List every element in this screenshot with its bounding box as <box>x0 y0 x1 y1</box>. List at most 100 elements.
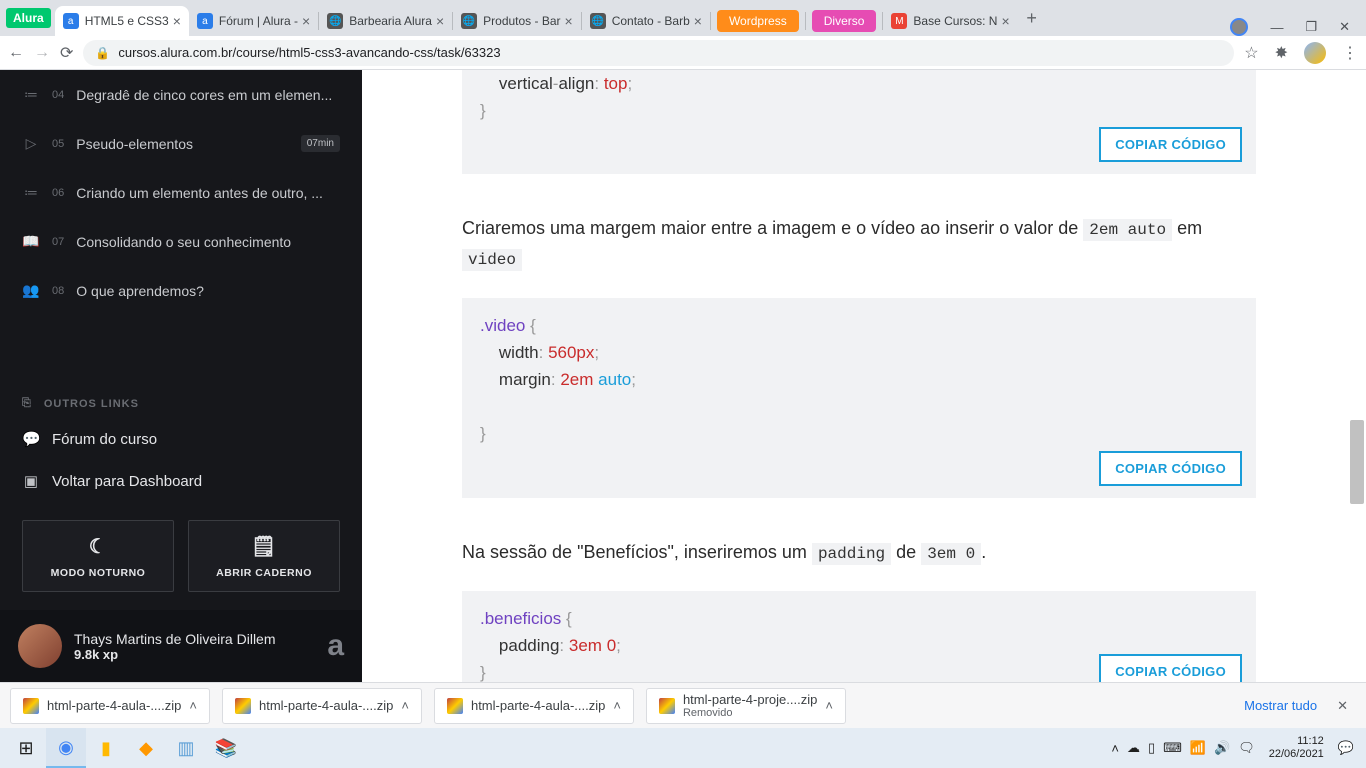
sidebar-lesson-item[interactable]: 📖07Consolidando o seu conhecimento <box>0 217 362 266</box>
sidebar-lesson-item[interactable]: 👥08O que aprendemos? <box>0 266 362 315</box>
taskbar-sublime-icon[interactable]: ◆ <box>126 728 166 768</box>
lesson-type-icon: 📖 <box>22 233 40 250</box>
profile-avatar-icon[interactable] <box>1304 42 1326 64</box>
download-item[interactable]: html-parte-4-aula-....zip˄ <box>10 688 210 724</box>
browser-tab[interactable]: 🌐Barbearia Alura× <box>319 6 452 36</box>
close-tab-button[interactable]: × <box>694 13 702 29</box>
close-downloads-bar-button[interactable]: ✕ <box>1329 698 1356 714</box>
taskbar-notepad-icon[interactable]: ▥ <box>166 728 206 768</box>
system-clock[interactable]: 11:12 22/06/2021 <box>1263 735 1330 761</box>
taskbar-chrome-icon[interactable]: ◉ <box>46 728 86 768</box>
browser-tab[interactable]: M Base Cursos: N × <box>883 6 1017 36</box>
inline-code: 2em auto <box>1083 219 1172 241</box>
chevron-up-icon[interactable]: ˄ <box>613 698 621 713</box>
taskbar-winrar-icon[interactable]: 📚 <box>206 728 246 768</box>
tray-battery-icon[interactable]: ▯ <box>1148 740 1155 756</box>
archive-icon <box>235 698 251 714</box>
lesson-content: vertical-align: top; } COPIAR CÓDIGO Cri… <box>362 70 1366 682</box>
sidebar-link[interactable]: 💬 Fórum do curso <box>0 418 362 460</box>
window-controls: ― ❐ ✕ <box>1230 18 1360 36</box>
link-icon: 💬 <box>22 430 40 448</box>
lesson-type-icon: ▷ <box>22 135 40 152</box>
browser-tab-badge[interactable]: Diverso <box>812 10 877 32</box>
lesson-number: 05 <box>52 138 64 150</box>
close-tab-button[interactable]: × <box>436 13 444 29</box>
alura-logo-icon: a <box>327 629 344 663</box>
copy-code-button[interactable]: COPIAR CÓDIGO <box>1099 451 1242 486</box>
tray-volume-icon[interactable]: 🔊 <box>1214 740 1230 756</box>
sidebar-lesson-item[interactable]: ≔04Degradê de cinco cores em um elemen..… <box>0 70 362 119</box>
copy-code-button[interactable]: COPIAR CÓDIGO <box>1099 127 1242 162</box>
close-tab-button[interactable]: × <box>1001 13 1009 29</box>
download-item[interactable]: html-parte-4-aula-....zip˄ <box>222 688 422 724</box>
forward-button[interactable]: → <box>34 44 50 62</box>
tray-chevron-icon[interactable]: ˄ <box>1111 741 1119 756</box>
reload-button[interactable]: ⟳ <box>60 43 73 63</box>
paragraph-2: Na sessão de "Benefícios", inseriremos u… <box>462 538 1256 568</box>
new-tab-button[interactable]: + <box>1018 4 1046 32</box>
browser-tab-badge[interactable]: Wordpress <box>717 10 799 32</box>
lesson-type-icon: ≔ <box>22 184 40 201</box>
chevron-up-icon[interactable]: ˄ <box>401 698 409 713</box>
lesson-label: O que aprendemos? <box>76 283 340 299</box>
maximize-button[interactable]: ❐ <box>1305 19 1317 35</box>
archive-icon <box>23 698 39 714</box>
extensions-button[interactable]: ✸ <box>1275 43 1288 63</box>
browser-tab[interactable]: 🌐Produtos - Bar× <box>453 6 581 36</box>
bookmark-button[interactable]: ☆ <box>1244 43 1258 63</box>
paragraph-1: Criaremos uma margem maior entre a image… <box>462 214 1256 273</box>
incognito-indicator-icon <box>1230 18 1248 36</box>
close-tab-button[interactable]: × <box>173 13 181 29</box>
close-tab-button[interactable]: × <box>302 13 310 29</box>
tray-keyboard-icon[interactable]: ⌨ <box>1163 740 1182 756</box>
lesson-label: Pseudo-elementos <box>76 136 289 152</box>
lesson-label: Degradê de cinco cores em um elemen... <box>76 87 340 103</box>
sidebar-section-header: ⎘ OUTROS LINKS <box>0 371 362 418</box>
tray-wifi-icon[interactable]: 📶 <box>1190 740 1206 756</box>
favicon-icon: M <box>891 13 907 29</box>
sidebar-lesson-item[interactable]: ≔06Criando um elemento antes de outro, .… <box>0 168 362 217</box>
tray-notifications-icon[interactable]: 💬 <box>1338 740 1354 756</box>
inline-code: video <box>462 249 522 271</box>
chevron-up-icon[interactable]: ˄ <box>825 698 833 713</box>
chevron-up-icon[interactable]: ˄ <box>189 698 197 713</box>
user-avatar-icon <box>18 624 62 668</box>
night-mode-button[interactable]: ☾ MODO NOTURNO <box>22 520 174 592</box>
kebab-menu-button[interactable]: ⋮ <box>1342 43 1358 63</box>
browser-tab[interactable]: aFórum | Alura -× <box>189 6 318 36</box>
back-button[interactable]: ← <box>8 44 24 62</box>
tab-title: Barbearia Alura <box>349 14 432 28</box>
download-filename: html-parte-4-aula-....zip <box>471 698 605 713</box>
close-window-button[interactable]: ✕ <box>1339 19 1350 35</box>
user-xp: 9.8k xp <box>74 647 276 662</box>
sidebar-lesson-item[interactable]: ▷05Pseudo-elementos07min <box>0 119 362 168</box>
tray-language-icon[interactable]: 🗨 <box>1238 740 1255 756</box>
course-sidebar: ≔04Degradê de cinco cores em um elemen..… <box>0 70 362 682</box>
user-strip[interactable]: Thays Martins de Oliveira Dillem 9.8k xp… <box>0 610 362 682</box>
show-all-downloads-link[interactable]: Mostrar tudo <box>1232 698 1329 713</box>
sidebar-link[interactable]: ▣Voltar para Dashboard <box>0 460 362 502</box>
close-tab-button[interactable]: × <box>565 13 573 29</box>
lesson-type-icon: ≔ <box>22 86 40 103</box>
product-badge: Alura <box>6 8 51 28</box>
link-label: Fórum do curso <box>52 431 157 448</box>
tab-title: Base Cursos: N <box>913 14 997 28</box>
copy-code-button[interactable]: COPIAR CÓDIGO <box>1099 654 1242 682</box>
code-block-2: .video { width: 560px; margin: 2em auto;… <box>462 298 1256 498</box>
start-button[interactable]: ⊞ <box>6 728 46 768</box>
browser-tab[interactable]: 🌐Contato - Barb× <box>582 6 710 36</box>
lesson-number: 06 <box>52 187 64 199</box>
download-item[interactable]: html-parte-4-proje....zipRemovido˄ <box>646 688 846 724</box>
address-bar[interactable]: 🔒 cursos.alura.com.br/course/html5-css3-… <box>83 40 1234 66</box>
archive-icon <box>659 698 675 714</box>
scrollbar-thumb[interactable] <box>1350 420 1364 504</box>
tray-onedrive-icon[interactable]: ☁ <box>1127 740 1140 756</box>
download-item[interactable]: html-parte-4-aula-....zip ˄ <box>434 688 634 724</box>
open-notebook-button[interactable]: 🗒 ABRIR CADERNO <box>188 520 340 592</box>
browser-tab[interactable]: aHTML5 e CSS3× <box>55 6 189 36</box>
tab-title: HTML5 e CSS3 <box>85 14 169 28</box>
minimize-button[interactable]: ― <box>1270 20 1283 35</box>
lesson-type-icon: 👥 <box>22 282 40 299</box>
taskbar-explorer-icon[interactable]: ▮ <box>86 728 126 768</box>
favicon-icon: 🌐 <box>590 13 606 29</box>
